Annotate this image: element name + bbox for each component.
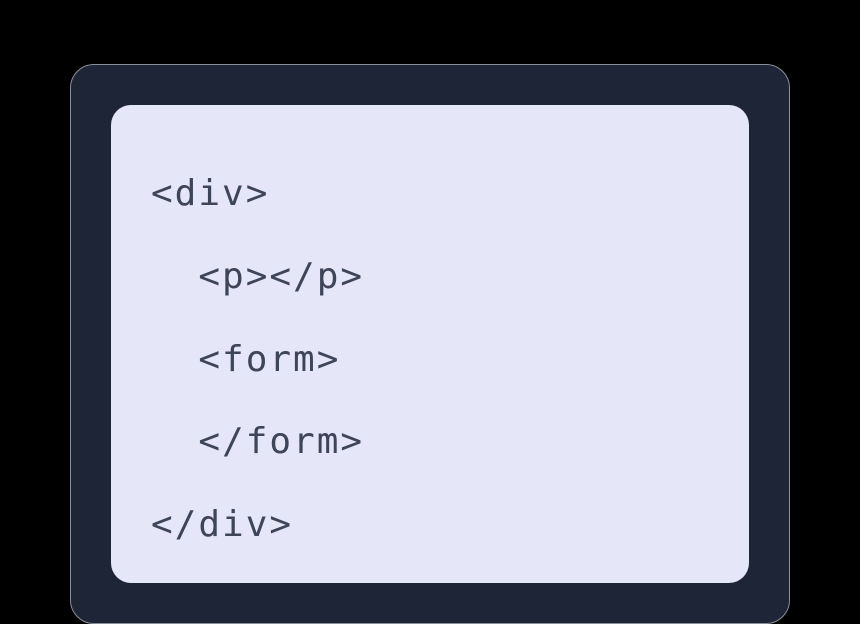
code-line-4: </form>	[151, 421, 364, 462]
code-line-1: <div>	[151, 173, 269, 214]
code-block: <div> <p></p> <form> </form> </div>	[151, 153, 709, 567]
code-card-outer: <div> <p></p> <form> </form> </div>	[70, 64, 790, 624]
code-line-3: <form>	[151, 339, 340, 380]
code-line-2: <p></p>	[151, 256, 364, 297]
code-card-inner: <div> <p></p> <form> </form> </div>	[111, 105, 749, 583]
code-line-5: </div>	[151, 504, 293, 545]
